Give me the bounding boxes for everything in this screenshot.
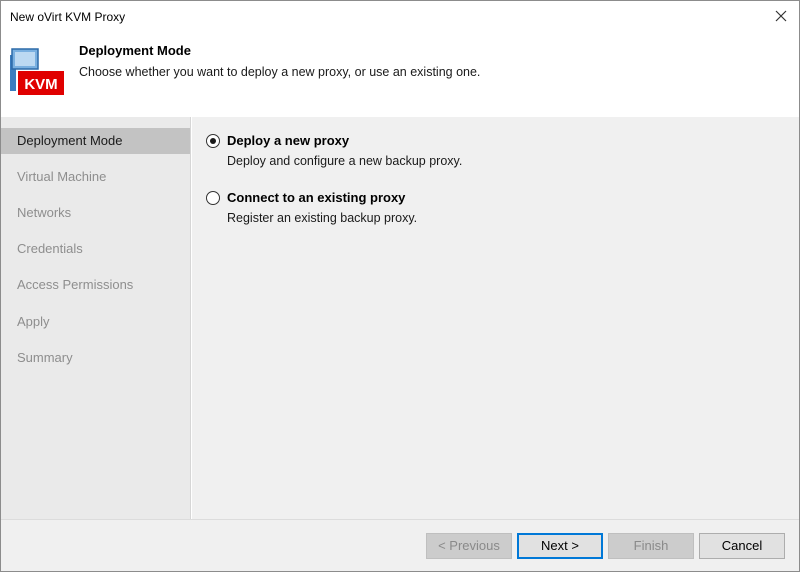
finish-button[interactable]: Finish	[608, 533, 694, 559]
deploy-new-proxy-radio[interactable]	[206, 134, 220, 148]
step-summary[interactable]: Summary	[1, 345, 190, 371]
kvm-badge-text: KVM	[24, 76, 57, 93]
connect-existing-proxy-description: Register an existing backup proxy.	[227, 211, 418, 225]
wizard-footer: < Previous Next > Finish Cancel	[1, 519, 799, 571]
close-icon[interactable]	[771, 6, 791, 26]
step-credentials[interactable]: Credentials	[1, 236, 190, 262]
title-bar: New oVirt KVM Proxy	[1, 1, 799, 33]
page-subtitle: Choose whether you want to deploy a new …	[79, 65, 481, 79]
wizard-content: Deploy a new proxy Deploy and configure …	[192, 117, 799, 519]
step-access-permissions[interactable]: Access Permissions	[1, 272, 190, 298]
wizard-steps-nav: Deployment Mode Virtual Machine Networks…	[1, 117, 191, 519]
wizard-window: New oVirt KVM Proxy KVM Deployment Mode …	[0, 0, 800, 572]
deploy-new-proxy-label[interactable]: Deploy a new proxy	[227, 133, 349, 148]
connect-existing-proxy-radio[interactable]	[206, 191, 220, 205]
page-title: Deployment Mode	[79, 43, 191, 58]
wizard-header: KVM Deployment Mode Choose whether you w…	[1, 33, 799, 117]
cancel-button[interactable]: Cancel	[699, 533, 785, 559]
window-title: New oVirt KVM Proxy	[10, 10, 126, 24]
step-apply[interactable]: Apply	[1, 309, 190, 335]
connect-existing-proxy-label[interactable]: Connect to an existing proxy	[227, 190, 405, 205]
previous-button[interactable]: < Previous	[426, 533, 512, 559]
step-networks[interactable]: Networks	[1, 200, 190, 226]
step-deployment-mode[interactable]: Deployment Mode	[1, 128, 190, 154]
deploy-new-proxy-description: Deploy and configure a new backup proxy.	[227, 154, 463, 168]
next-button[interactable]: Next >	[517, 533, 603, 559]
step-virtual-machine[interactable]: Virtual Machine	[1, 164, 190, 190]
